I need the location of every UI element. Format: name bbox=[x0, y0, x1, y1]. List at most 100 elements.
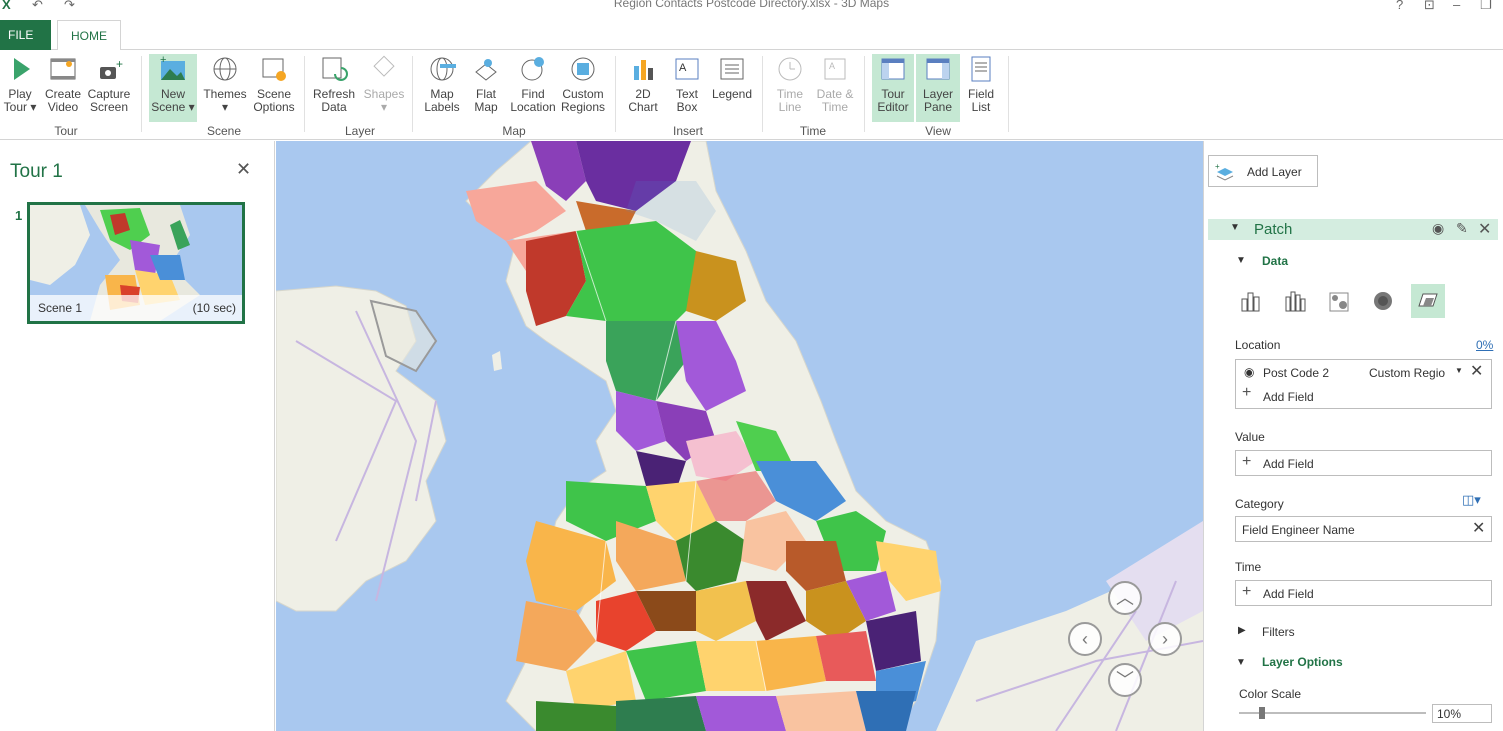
heat-map-icon[interactable] bbox=[1366, 285, 1400, 317]
stacked-column-icon[interactable] bbox=[1234, 285, 1268, 317]
custom-regions-button[interactable]: Custom Regions bbox=[559, 54, 607, 122]
add-field-link[interactable]: Add Field bbox=[1263, 587, 1314, 601]
2d-chart-button[interactable]: 2D Chart bbox=[622, 54, 664, 122]
layer-options-section-label[interactable]: Layer Options bbox=[1262, 655, 1343, 669]
filters-section-label[interactable]: Filters bbox=[1262, 625, 1295, 639]
shapes-button[interactable]: Shapes ▾ bbox=[361, 54, 407, 122]
tour-editor-button[interactable]: Tour Editor bbox=[872, 54, 914, 122]
new-scene-button[interactable]: + New Scene ▾ bbox=[149, 54, 197, 122]
tab-home[interactable]: HOME bbox=[57, 20, 121, 51]
scene-options-button[interactable]: Scene Options bbox=[251, 54, 297, 122]
stacked-column-glyph bbox=[1241, 292, 1260, 312]
label: Chart bbox=[628, 100, 658, 114]
color-scale-slider[interactable] bbox=[1239, 707, 1426, 719]
close-icon[interactable]: ✕ bbox=[1478, 219, 1491, 239]
svg-text:A: A bbox=[679, 62, 687, 74]
value-field-well[interactable]: + Add Field bbox=[1235, 450, 1492, 476]
close-icon[interactable]: ✕ bbox=[1472, 518, 1485, 538]
scene-number: 1 bbox=[15, 208, 23, 223]
region-icon[interactable] bbox=[1411, 284, 1445, 318]
location-label: Location bbox=[1235, 338, 1281, 352]
scene-name: Scene 1 bbox=[38, 301, 83, 315]
pan-right-button[interactable]: › bbox=[1148, 622, 1182, 656]
field-list-icon bbox=[971, 56, 991, 82]
layer-pane: + Add Layer ▼ Patch ◉ ✎ ✕ ▼ Data Locatio… bbox=[1203, 141, 1503, 731]
pencil-icon[interactable]: ✎ bbox=[1456, 220, 1468, 237]
category-settings-icon[interactable]: ◫▾ bbox=[1462, 492, 1481, 508]
tour-panel: Tour 1 ✕ 1 Scene 1 (10 sec) bbox=[0, 141, 275, 731]
date-time-button[interactable]: A Date & Time bbox=[813, 54, 857, 122]
data-section-label[interactable]: Data bbox=[1262, 254, 1288, 268]
label: Tour ▾ bbox=[3, 100, 37, 114]
time-line-button[interactable]: Time Line bbox=[769, 54, 811, 122]
location-type-select[interactable]: Custom Regio bbox=[1369, 366, 1445, 380]
location-field-well[interactable]: ◉ Post Code 2 Custom Regio ▼ ✕ + Add Fie… bbox=[1235, 359, 1492, 409]
map-labels-icon bbox=[430, 57, 456, 81]
refresh-data-button[interactable]: Refresh Data bbox=[311, 54, 357, 122]
field-list-button[interactable]: Field List bbox=[962, 54, 1000, 122]
clustered-column-icon[interactable] bbox=[1278, 285, 1312, 317]
flat-map-button[interactable]: Flat Map bbox=[466, 54, 506, 122]
tab-file[interactable]: FILE bbox=[0, 20, 51, 50]
layer-name[interactable]: Patch bbox=[1254, 221, 1292, 238]
chevron-right-icon: › bbox=[1162, 629, 1168, 649]
tour-editor-icon bbox=[881, 58, 905, 80]
play-icon bbox=[14, 58, 30, 80]
add-field-link[interactable]: Add Field bbox=[1263, 390, 1314, 404]
find-location-button[interactable]: Find Location bbox=[509, 54, 557, 122]
maximize-icon[interactable]: ❐ bbox=[1480, 0, 1492, 13]
map-canvas[interactable]: ︿ ‹ › ﹀ bbox=[276, 141, 1203, 731]
collapse-triangle-icon[interactable]: ▼ bbox=[1230, 222, 1240, 233]
slider-thumb[interactable] bbox=[1259, 707, 1265, 719]
color-scale-input[interactable]: 10% bbox=[1432, 704, 1492, 723]
scene-duration: (10 sec) bbox=[192, 301, 236, 315]
category-label: Category bbox=[1235, 497, 1284, 511]
chevron-down-icon: ﹀ bbox=[1116, 670, 1134, 690]
flat-map-icon bbox=[475, 59, 497, 81]
layer-pane-button[interactable]: Layer Pane bbox=[916, 54, 960, 122]
svg-text:A: A bbox=[829, 61, 835, 71]
scene-thumbnail[interactable]: Scene 1 (10 sec) bbox=[27, 202, 245, 324]
collapse-triangle-icon[interactable]: ▼ bbox=[1236, 657, 1246, 668]
location-match-percent[interactable]: 0% bbox=[1476, 338, 1493, 352]
radio-icon[interactable]: ◉ bbox=[1244, 365, 1254, 379]
close-icon[interactable]: ✕ bbox=[1470, 361, 1483, 381]
themes-button[interactable]: Themes ▾ bbox=[202, 54, 248, 122]
category-field-name[interactable]: Field Engineer Name bbox=[1242, 523, 1355, 537]
add-layer-button[interactable]: + Add Layer bbox=[1208, 155, 1318, 187]
legend-button[interactable]: Legend bbox=[710, 54, 754, 122]
label: Editor bbox=[877, 100, 909, 114]
bubble-icon[interactable] bbox=[1322, 285, 1356, 317]
location-field-name[interactable]: Post Code 2 bbox=[1263, 366, 1329, 380]
time-field-well[interactable]: + Add Field bbox=[1235, 580, 1492, 606]
help-icon[interactable]: ? bbox=[1396, 0, 1403, 12]
minimize-icon[interactable]: – bbox=[1453, 0, 1460, 12]
play-tour-button[interactable]: Play Tour ▾ bbox=[2, 54, 38, 122]
label: List bbox=[971, 100, 991, 114]
expand-triangle-icon[interactable]: ▶ bbox=[1238, 625, 1246, 636]
collapse-triangle-icon[interactable]: ▼ bbox=[1236, 255, 1246, 266]
layer-header-patch[interactable]: ▼ Patch ◉ ✎ ✕ bbox=[1208, 219, 1498, 240]
dropdown-arrow-icon[interactable]: ▼ bbox=[1455, 366, 1463, 375]
close-icon[interactable]: ✕ bbox=[236, 159, 251, 180]
text-box-button[interactable]: A Text Box bbox=[667, 54, 707, 122]
color-scale-label: Color Scale bbox=[1239, 687, 1302, 701]
legend-icon bbox=[720, 58, 744, 80]
tour-title: Tour 1 bbox=[10, 161, 63, 182]
map-labels-button[interactable]: Map Labels bbox=[420, 54, 464, 122]
restore-ribbon-icon[interactable]: ⊡ bbox=[1424, 0, 1435, 13]
capture-screen-button[interactable]: + Capture Screen bbox=[86, 54, 132, 122]
label: ▾ bbox=[221, 100, 229, 114]
create-video-button[interactable]: Create Video bbox=[42, 54, 84, 122]
pan-down-button[interactable]: ﹀ bbox=[1108, 663, 1142, 697]
divider bbox=[864, 56, 865, 132]
add-field-link[interactable]: Add Field bbox=[1263, 457, 1314, 471]
label: Time bbox=[821, 100, 849, 114]
label: Map bbox=[474, 100, 498, 114]
eye-icon[interactable]: ◉ bbox=[1432, 220, 1444, 237]
label: Location bbox=[510, 100, 556, 114]
pan-left-button[interactable]: ‹ bbox=[1068, 622, 1102, 656]
refresh-icon bbox=[322, 57, 348, 81]
pan-up-button[interactable]: ︿ bbox=[1108, 581, 1142, 615]
category-field-well[interactable]: Field Engineer Name ✕ bbox=[1235, 516, 1492, 542]
